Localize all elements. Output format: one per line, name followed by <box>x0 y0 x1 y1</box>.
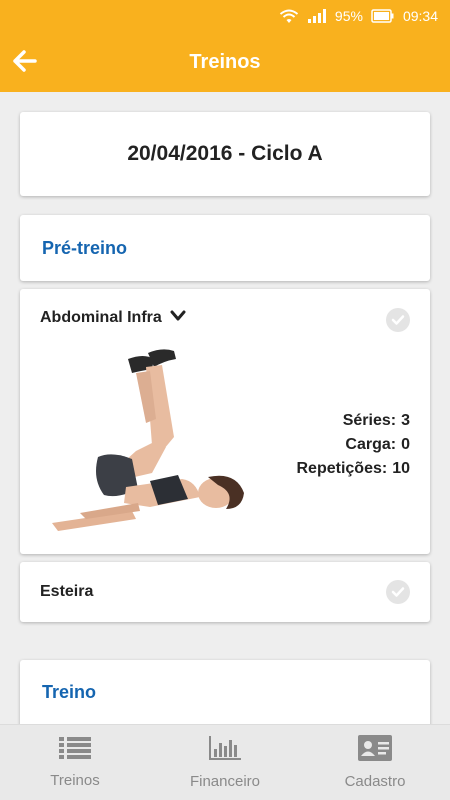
nav-label: Cadastro <box>344 773 406 790</box>
stat-value: 10 <box>392 460 410 477</box>
status-bar: 95% 09:34 <box>0 0 450 32</box>
nav-financeiro[interactable]: Financeiro <box>150 725 300 800</box>
stat-value: 0 <box>401 436 410 453</box>
stat-repeticoes: Repetições: 10 <box>297 457 411 481</box>
signal-icon <box>307 8 327 24</box>
date-cycle-card: 20/04/2016 - Ciclo A <box>20 112 430 196</box>
check-icon[interactable] <box>386 308 410 332</box>
clock: 09:34 <box>402 8 438 24</box>
header: 95% 09:34 Treinos <box>0 0 450 92</box>
exercise-header[interactable]: Abdominal Infra <box>40 309 186 327</box>
list-icon <box>59 736 91 764</box>
nav-cadastro[interactable]: Cadastro <box>300 725 450 800</box>
stat-label: Repetições: <box>296 460 388 477</box>
exercise-name: Abdominal Infra <box>40 309 162 326</box>
wifi-icon <box>279 8 299 24</box>
stat-value: 3 <box>401 412 410 429</box>
section-title-treino: Treino <box>42 682 97 702</box>
nav-treinos[interactable]: Treinos <box>0 725 150 800</box>
exercise-name: Esteira <box>40 583 94 600</box>
battery-icon <box>371 9 395 23</box>
stat-series: Séries: 3 <box>297 409 410 433</box>
exercise-card-esteira[interactable]: Esteira <box>20 562 430 622</box>
app-bar: Treinos <box>0 32 450 92</box>
stat-label: Carga: <box>345 436 397 453</box>
exercise-stats: Séries: 3 Carga: 0 Repetições: 10 <box>297 409 411 481</box>
date-cycle-title: 20/04/2016 - Ciclo A <box>127 142 323 165</box>
section-title-pre-treino: Pré-treino <box>42 237 128 258</box>
check-icon[interactable] <box>386 580 410 604</box>
chevron-down-icon[interactable] <box>170 309 186 327</box>
stat-carga: Carga: 0 <box>297 433 410 457</box>
exercise-card-abdominal-infra[interactable]: Abdominal Infra Séries: 3 Carga: 0 Repet… <box>20 289 430 554</box>
bar-chart-icon <box>208 735 242 765</box>
bottom-navigation: Treinos Financeiro Cadastro <box>0 724 450 800</box>
nav-label: Treinos <box>50 772 100 789</box>
nav-label: Financeiro <box>189 773 261 790</box>
stat-label: Séries: <box>342 412 397 429</box>
section-pre-treino[interactable]: Pré-treino <box>20 215 430 281</box>
battery-percent: 95% <box>334 8 363 24</box>
exercise-illustration <box>40 347 250 533</box>
page-title: Treinos <box>189 50 261 73</box>
back-arrow-icon[interactable] <box>10 46 40 76</box>
id-card-icon <box>358 735 392 765</box>
